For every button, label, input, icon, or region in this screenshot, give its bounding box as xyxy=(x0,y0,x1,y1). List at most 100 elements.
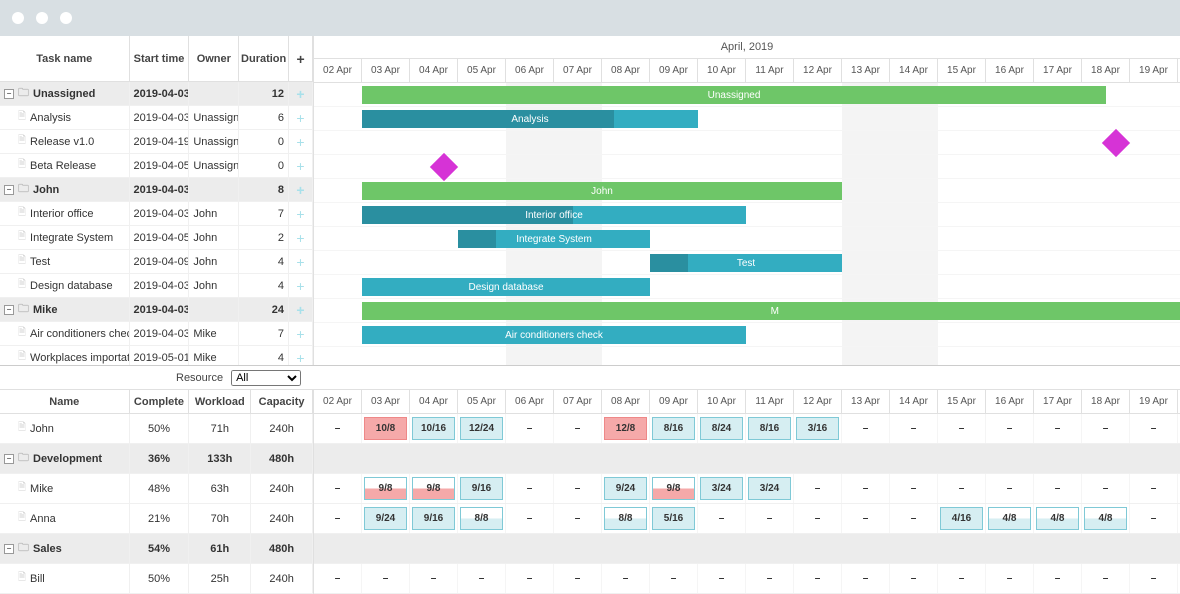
gantt-chart-row[interactable]: M xyxy=(314,299,1180,323)
resource-person-row[interactable]: 🗎John50%71h240h xyxy=(0,414,313,444)
gantt-group-bar[interactable]: M xyxy=(362,302,1180,320)
gantt-chart-row[interactable]: Air conditioners check xyxy=(314,323,1180,347)
gantt-chart-row[interactable] xyxy=(314,347,1180,365)
gantt-group-row[interactable]: −🗀Mike2019-04-0324+ xyxy=(0,298,313,322)
workload-cell[interactable]: – xyxy=(1130,504,1178,533)
resource-name-cell[interactable]: −🗀Development xyxy=(0,444,130,473)
add-column-button[interactable]: + xyxy=(289,36,313,81)
workload-cell[interactable]: 8/16 xyxy=(746,414,794,443)
workload-cell[interactable]: 9/8 xyxy=(410,474,458,503)
window-control-icon[interactable] xyxy=(36,12,48,24)
gantt-task-row[interactable]: 🗎Design database2019-04-03John4+ xyxy=(0,274,313,298)
workload-cell[interactable]: 8/16 xyxy=(650,414,698,443)
task-name-cell[interactable]: 🗎Release v1.0 xyxy=(0,130,130,153)
workload-cell[interactable]: – xyxy=(554,504,602,533)
gantt-task-row[interactable]: 🗎Workplaces importation2019-05-01Mike4+ xyxy=(0,346,313,365)
window-control-icon[interactable] xyxy=(60,12,72,24)
workload-cell[interactable]: – xyxy=(986,474,1034,503)
gantt-task-bar[interactable]: Test xyxy=(650,254,842,272)
task-name-cell[interactable]: 🗎Workplaces importation xyxy=(0,346,130,365)
task-name-cell[interactable]: 🗎Interior office xyxy=(0,202,130,225)
task-start-cell[interactable]: 2019-05-01 xyxy=(130,346,190,365)
resource-group-row[interactable]: −🗀Development36%133h480h xyxy=(0,444,313,474)
task-duration-cell[interactable]: 24 xyxy=(239,298,289,321)
task-owner-cell[interactable]: Mike xyxy=(189,346,239,365)
gantt-task-row[interactable]: 🗎Beta Release2019-04-05Unassigned0+ xyxy=(0,154,313,178)
workload-cell[interactable]: 3/24 xyxy=(746,474,794,503)
resource-name-cell[interactable]: 🗎Anna xyxy=(0,504,130,533)
workload-cell[interactable]: – xyxy=(986,564,1034,593)
workload-cell[interactable]: – xyxy=(890,564,938,593)
workload-cell[interactable]: – xyxy=(938,414,986,443)
workload-cell[interactable]: 10/16 xyxy=(410,414,458,443)
col-header-name[interactable]: Task name xyxy=(0,36,130,81)
task-duration-cell[interactable]: 7 xyxy=(239,202,289,225)
gantt-task-row[interactable]: 🗎Test2019-04-09John4+ xyxy=(0,250,313,274)
task-duration-cell[interactable]: 4 xyxy=(239,250,289,273)
col-header-duration[interactable]: Duration xyxy=(239,36,289,81)
task-start-cell[interactable]: 2019-04-03 xyxy=(130,202,190,225)
add-task-button[interactable]: + xyxy=(289,154,313,177)
gantt-task-row[interactable]: 🗎Air conditioners check2019-04-03Mike7+ xyxy=(0,322,313,346)
workload-cell[interactable]: – xyxy=(842,504,890,533)
task-name-cell[interactable]: 🗎Design database xyxy=(0,274,130,297)
resource-chart[interactable]: 02 Apr03 Apr04 Apr05 Apr06 Apr07 Apr08 A… xyxy=(314,390,1180,594)
add-task-button[interactable]: + xyxy=(289,106,313,129)
workload-cell[interactable]: – xyxy=(938,474,986,503)
resource-name-cell[interactable]: −🗀Sales xyxy=(0,534,130,563)
workload-cell[interactable]: 3/24 xyxy=(698,474,746,503)
workload-cell[interactable]: 3/16 xyxy=(794,414,842,443)
workload-cell[interactable]: 9/16 xyxy=(410,504,458,533)
task-owner-cell[interactable] xyxy=(189,82,239,105)
gantt-chart-row[interactable] xyxy=(314,131,1180,155)
resource-person-row[interactable]: 🗎Anna21%70h240h xyxy=(0,504,313,534)
task-name-cell[interactable]: 🗎Air conditioners check xyxy=(0,322,130,345)
workload-cell[interactable]: – xyxy=(554,414,602,443)
col-header-complete[interactable]: Complete xyxy=(130,390,190,413)
workload-cell[interactable]: – xyxy=(746,564,794,593)
gantt-chart[interactable]: April, 2019 02 Apr03 Apr04 Apr05 Apr06 A… xyxy=(314,36,1180,365)
task-duration-cell[interactable]: 4 xyxy=(239,274,289,297)
resource-person-row[interactable]: 🗎Bill50%25h240h xyxy=(0,564,313,594)
col-header-owner[interactable]: Owner xyxy=(189,36,239,81)
collapse-toggle-icon[interactable]: − xyxy=(4,454,14,464)
add-task-button[interactable]: + xyxy=(289,178,313,201)
workload-cell[interactable]: – xyxy=(746,504,794,533)
workload-cell[interactable]: – xyxy=(698,564,746,593)
collapse-toggle-icon[interactable]: − xyxy=(4,544,14,554)
workload-cell[interactable]: – xyxy=(314,504,362,533)
workload-cell[interactable]: – xyxy=(458,564,506,593)
workload-cell[interactable]: 4/16 xyxy=(938,504,986,533)
col-header-capacity[interactable]: Capacity xyxy=(251,390,313,413)
workload-cell[interactable]: – xyxy=(890,414,938,443)
task-name-cell[interactable]: 🗎Test xyxy=(0,250,130,273)
gantt-chart-row[interactable]: Test xyxy=(314,251,1180,275)
gantt-chart-row[interactable]: Design database xyxy=(314,275,1180,299)
workload-cell[interactable]: 9/16 xyxy=(458,474,506,503)
gantt-group-bar[interactable]: John xyxy=(362,182,842,200)
workload-cell[interactable]: – xyxy=(1130,474,1178,503)
task-duration-cell[interactable]: 2 xyxy=(239,226,289,249)
workload-cell[interactable]: – xyxy=(602,564,650,593)
gantt-task-bar[interactable]: Interior office xyxy=(362,206,746,224)
workload-cell[interactable]: 8/24 xyxy=(698,414,746,443)
task-owner-cell[interactable]: Unassigned xyxy=(189,130,239,153)
task-owner-cell[interactable]: John xyxy=(189,226,239,249)
gantt-task-bar[interactable]: Design database xyxy=(362,278,650,296)
resource-person-row[interactable]: 🗎Mike48%63h240h xyxy=(0,474,313,504)
gantt-task-row[interactable]: 🗎Release v1.02019-04-19Unassigned0+ xyxy=(0,130,313,154)
workload-cell[interactable]: – xyxy=(554,564,602,593)
workload-cell[interactable]: – xyxy=(410,564,458,593)
workload-cell[interactable]: 9/24 xyxy=(362,504,410,533)
task-owner-cell[interactable]: Unassigned xyxy=(189,154,239,177)
resource-filter-select[interactable]: All xyxy=(231,370,301,386)
task-duration-cell[interactable]: 7 xyxy=(239,322,289,345)
milestone-icon[interactable] xyxy=(429,153,457,181)
collapse-toggle-icon[interactable]: − xyxy=(4,305,14,315)
workload-cell[interactable]: – xyxy=(362,564,410,593)
resource-name-cell[interactable]: 🗎Mike xyxy=(0,474,130,503)
workload-cell[interactable]: 10/8 xyxy=(362,414,410,443)
gantt-task-bar[interactable]: Integrate System xyxy=(458,230,650,248)
workload-cell[interactable]: – xyxy=(890,504,938,533)
task-owner-cell[interactable]: John xyxy=(189,250,239,273)
